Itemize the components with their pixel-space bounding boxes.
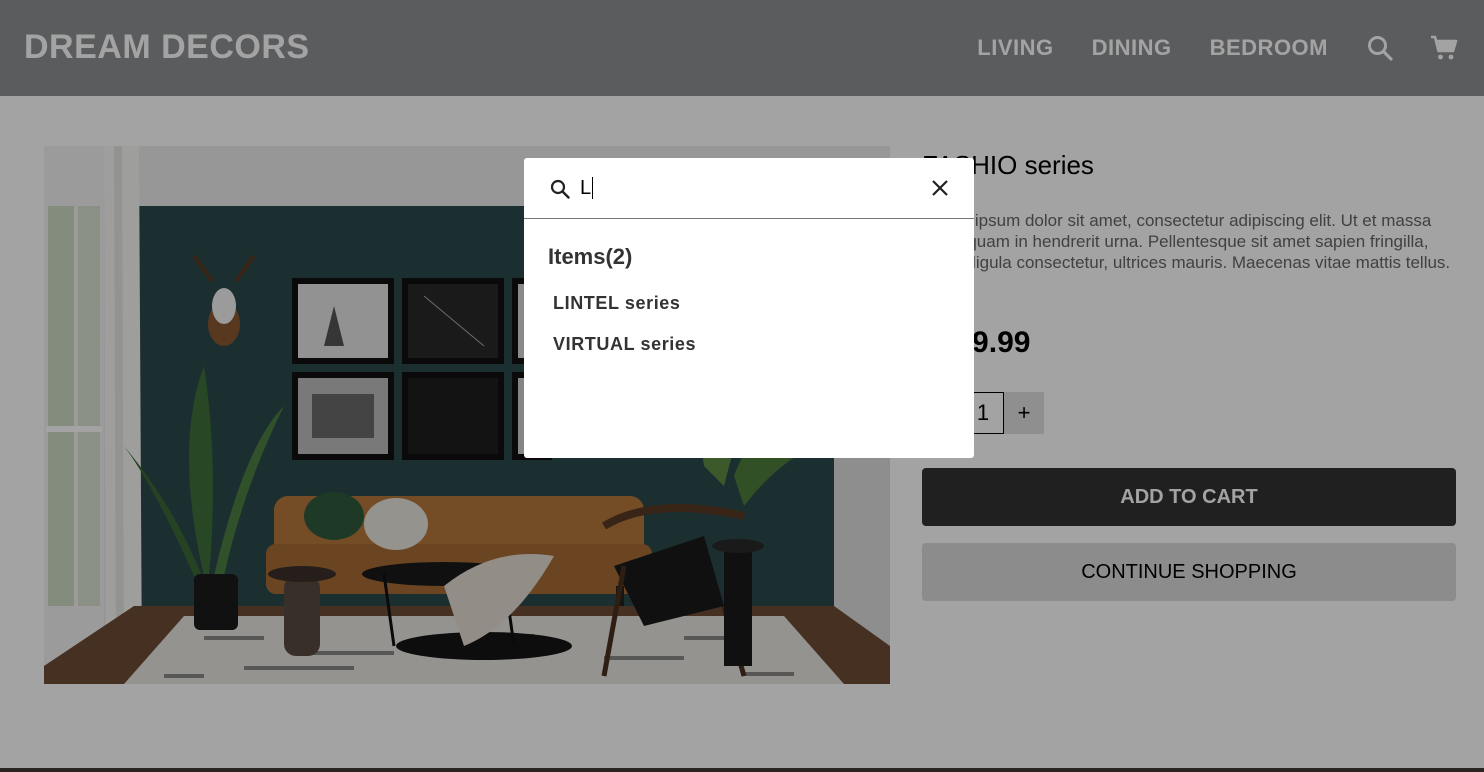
search-modal: L Items(2) LINTEL series VIRTUAL series: [524, 158, 974, 458]
search-query: L: [580, 176, 592, 199]
close-icon[interactable]: [930, 178, 950, 198]
search-result-item[interactable]: VIRTUAL series: [553, 334, 696, 355]
search-bar: L: [524, 158, 974, 219]
search-icon: [550, 179, 570, 199]
search-input[interactable]: L: [580, 174, 594, 202]
results-heading: Items(2): [548, 244, 633, 269]
text-caret: [592, 177, 594, 199]
search-result-item[interactable]: LINTEL series: [553, 293, 681, 314]
